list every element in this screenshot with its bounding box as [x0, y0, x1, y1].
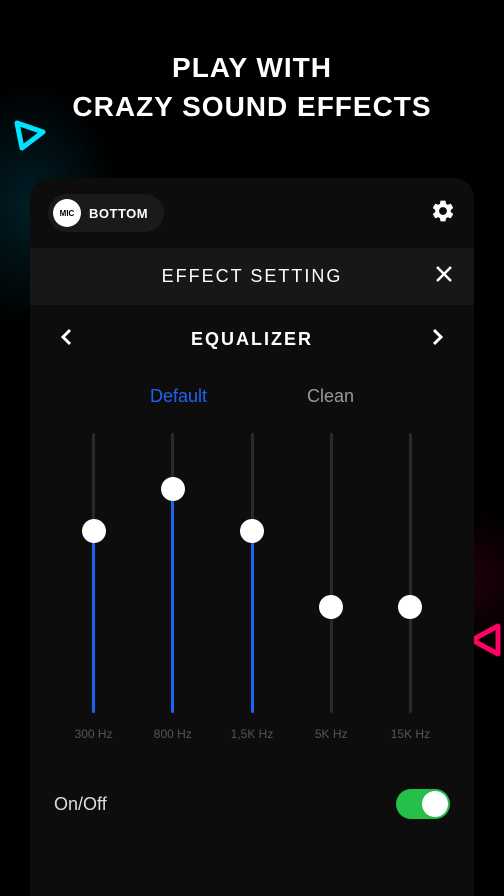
chevron-left-icon[interactable] — [58, 327, 74, 352]
slider-300hz: 300 Hz — [54, 433, 133, 763]
slider-track[interactable] — [171, 433, 174, 713]
effect-title: EFFECT SETTING — [162, 266, 343, 287]
slider-thumb[interactable] — [240, 519, 264, 543]
mic-selector[interactable]: MIC BOTTOM — [48, 194, 164, 232]
slider-label: 1,5K Hz — [231, 727, 274, 741]
slider-5khz: 5K Hz — [292, 433, 371, 763]
app-panel: MIC BOTTOM EFFECT SETTING EQUALIZER — [30, 178, 474, 896]
equalizer-sliders: 300 Hz 800 Hz 1,5K Hz 5K Hz — [30, 433, 474, 763]
preset-default[interactable]: Default — [130, 386, 227, 407]
onoff-row: On/Off — [30, 763, 474, 819]
effect-header: EFFECT SETTING — [30, 248, 474, 305]
chevron-right-icon[interactable] — [430, 327, 446, 352]
mic-label: BOTTOM — [89, 206, 148, 221]
mic-icon: MIC — [53, 199, 81, 227]
slider-label: 800 Hz — [154, 727, 192, 741]
slider-800hz: 800 Hz — [133, 433, 212, 763]
gear-icon[interactable] — [430, 198, 456, 229]
slider-thumb[interactable] — [82, 519, 106, 543]
slider-thumb[interactable] — [161, 477, 185, 501]
slider-label: 15K Hz — [391, 727, 430, 741]
slider-label: 5K Hz — [315, 727, 348, 741]
slider-track[interactable] — [330, 433, 333, 713]
promo-headline: PLAY WITH CRAZY SOUND EFFECTS — [0, 0, 504, 156]
close-icon[interactable] — [434, 264, 454, 289]
equalizer-title: EQUALIZER — [191, 329, 313, 350]
slider-label: 300 Hz — [75, 727, 113, 741]
onoff-label: On/Off — [54, 794, 107, 815]
slider-track[interactable] — [92, 433, 95, 713]
preset-tabs: Default Clean — [30, 374, 474, 433]
equalizer-nav: EQUALIZER — [30, 305, 474, 374]
slider-1-5khz: 1,5K Hz — [212, 433, 291, 763]
top-bar: MIC BOTTOM — [30, 178, 474, 248]
slider-thumb[interactable] — [398, 595, 422, 619]
onoff-toggle[interactable] — [396, 789, 450, 819]
triangle-decoration-cyan — [12, 118, 48, 159]
slider-track[interactable] — [409, 433, 412, 713]
slider-track[interactable] — [251, 433, 254, 713]
preset-clean[interactable]: Clean — [287, 386, 374, 407]
slider-15khz: 15K Hz — [371, 433, 450, 763]
slider-thumb[interactable] — [319, 595, 343, 619]
